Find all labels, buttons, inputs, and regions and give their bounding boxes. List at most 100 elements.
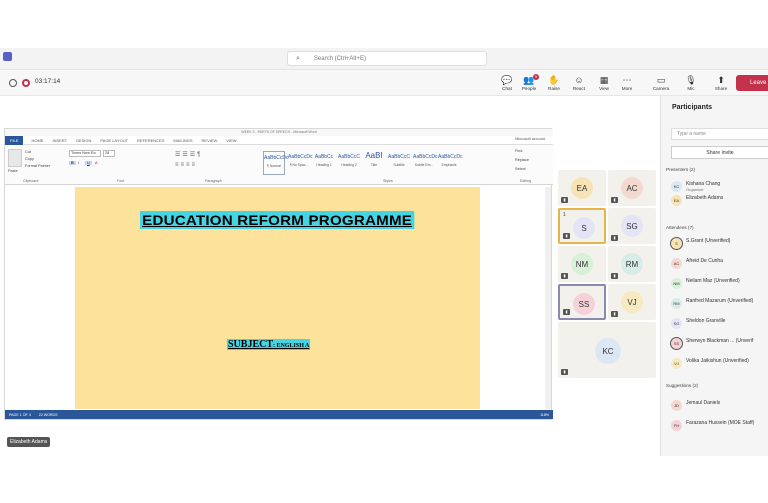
- style-preview: AaBbCcC: [388, 154, 410, 160]
- participant-tile[interactable]: NM ▮: [558, 246, 606, 282]
- style-gallery-item[interactable]: AaBI Title: [363, 151, 385, 175]
- style-preview: AaBbCc: [314, 154, 334, 160]
- style-gallery-item[interactable]: AaBbCcDc Subtle Em...: [413, 151, 438, 175]
- participant-tile[interactable]: RM ▮: [608, 246, 656, 282]
- select-button[interactable]: Select: [515, 167, 526, 171]
- underline-button[interactable]: U: [85, 161, 92, 165]
- italic-button[interactable]: I: [78, 161, 79, 165]
- document-subject: SUBJECT: ENGLISH A: [227, 339, 311, 350]
- participant-avatar: NM: [671, 278, 682, 289]
- mic-muted-icon: ▮: [611, 197, 618, 203]
- style-gallery-item[interactable]: AaBbCcDc Emphasis: [438, 151, 462, 175]
- participant-row[interactable]: NM Neilam Maz (Unverified): [669, 276, 768, 290]
- toolbar-react-button[interactable]: ☺ React: [566, 74, 592, 96]
- participant-tile[interactable]: VJ ▮: [608, 284, 656, 320]
- tab-home[interactable]: HOME: [31, 138, 43, 143]
- participant-tile[interactable]: SS ▮: [558, 284, 606, 320]
- attendees-section[interactable]: Attendees (7): [666, 225, 694, 230]
- shared-word-window: WEEK 3 - PARTS OF SPEECH - Microsoft Wor…: [4, 128, 553, 420]
- participant-avatar: VJ: [671, 358, 682, 369]
- cut-button[interactable]: Cut: [25, 150, 31, 154]
- style-name: ¶ No Spac...: [289, 163, 309, 167]
- participant-row[interactable]: RM Ranfred Mazarum (Unverified): [669, 296, 768, 310]
- mic-muted-icon: ▮: [561, 197, 568, 203]
- toolbar-label: More: [621, 86, 633, 91]
- participant-tile[interactable]: S ▮ 1: [558, 208, 606, 244]
- style-gallery-item[interactable]: AaBbCcDc ¶ No Spac...: [288, 151, 312, 175]
- participant-row[interactable]: EA Elizabeth Adams: [669, 193, 768, 207]
- tab-review[interactable]: REVIEW: [202, 138, 218, 143]
- participant-row[interactable]: JD Jemaul Daniels: [669, 398, 768, 412]
- toolbar-share-button[interactable]: ⬆ Share: [708, 74, 734, 96]
- toolbar-people-button[interactable]: 👥 People 9: [516, 74, 542, 96]
- camera-icon: ▭: [656, 75, 666, 85]
- paste-label: Paste: [8, 169, 18, 173]
- participant-row[interactable]: VJ Volika Jaikishun (Unverified): [669, 356, 768, 370]
- tab-mailings[interactable]: MAILINGS: [173, 138, 192, 143]
- format-painter-button[interactable]: Format Painter: [25, 164, 50, 168]
- style-gallery-item[interactable]: AaBbCcDc ¶ Normal: [263, 151, 288, 175]
- participant-row[interactable]: SG Sheldon Granville: [669, 316, 768, 330]
- style-gallery-item[interactable]: AaBbCcC Subtitle: [388, 151, 410, 175]
- participant-tile[interactable]: EA ▮: [558, 170, 606, 206]
- share-invite-label: Share invite: [706, 150, 734, 156]
- meeting-info-icon[interactable]: [9, 79, 17, 87]
- word-ribbon: Paste Cut Copy Format Painter Clipboard …: [5, 145, 553, 185]
- participant-tile[interactable]: AC ▮: [608, 170, 656, 206]
- font-size-select[interactable]: 28: [103, 150, 115, 157]
- bold-button[interactable]: B: [69, 161, 76, 165]
- participant-avatar: AC: [671, 258, 682, 269]
- style-name: Subtitle: [393, 163, 405, 167]
- participant-row[interactable]: AC Afreid De Cunha: [669, 256, 768, 270]
- participant-avatar: NM: [571, 253, 593, 275]
- presenters-section[interactable]: Presenters (2): [666, 167, 695, 172]
- toolbar-more-button[interactable]: ⋯ More: [614, 74, 640, 96]
- replace-button[interactable]: Replace: [515, 158, 529, 162]
- mic-muted-icon: ▮: [563, 309, 570, 315]
- document-page[interactable]: EDUCATION REFORM PROGRAMME SUBJECT: ENGL…: [75, 187, 480, 409]
- toolbar-camera-button[interactable]: ▭ Camera: [648, 74, 674, 96]
- participant-avatar: SS: [671, 338, 682, 349]
- font-name-select[interactable]: Times New Ro: [69, 150, 101, 157]
- participant-name: Afreid De Cunha: [686, 258, 723, 264]
- participant-row[interactable]: SS Sherwyn Blackman ... (Unverif: [669, 336, 768, 350]
- search-input[interactable]: ⌕ Search (Ctrl+Alt+E): [287, 51, 487, 66]
- alignment-controls[interactable]: ≡≡≡≡: [175, 162, 197, 168]
- participant-row[interactable]: S S.Grant (Unverified): [669, 236, 768, 250]
- participant-avatar: KC: [671, 181, 682, 192]
- toolbar-raise-button[interactable]: ✋ Raise: [541, 74, 567, 96]
- tab-design[interactable]: DESIGN: [76, 138, 91, 143]
- tab-page-layout[interactable]: PAGE LAYOUT: [100, 138, 128, 143]
- participant-tile[interactable]: KC ▮: [558, 322, 656, 378]
- participant-avatar: RM: [671, 298, 682, 309]
- style-preview: AaBbCcDc: [413, 154, 438, 160]
- toolbar-mic-button[interactable]: 🎙 Mic: [678, 74, 704, 96]
- find-button[interactable]: Find: [515, 149, 522, 153]
- word-ribbon-tabs: FILE HOME INSERT DESIGN PAGE LAYOUT REFERENCE…: [5, 135, 553, 145]
- suggestions-section[interactable]: Suggestions (2): [666, 383, 698, 388]
- paragraph-controls[interactable]: ☰☰☰¶: [175, 151, 202, 158]
- participant-row[interactable]: FH Farazana Hussein (MOE Staff): [669, 418, 768, 432]
- tab-view[interactable]: VIEW: [226, 138, 236, 143]
- participant-row[interactable]: KC Kishana Chang Organiser: [669, 179, 768, 193]
- style-gallery-item[interactable]: AaBbCcC Heading 2: [338, 151, 360, 175]
- tab-file[interactable]: FILE: [5, 135, 24, 145]
- font-color-button[interactable]: A: [95, 161, 98, 165]
- tab-references[interactable]: REFERENCES: [137, 138, 164, 143]
- mic-icon: 🎙: [685, 75, 697, 85]
- toolbar-label: Mic: [687, 86, 695, 91]
- mic-muted-icon: ▮: [611, 273, 618, 279]
- style-gallery-item[interactable]: AaBbCc Heading 1: [313, 151, 335, 175]
- mic-muted-icon: ▮: [561, 273, 568, 279]
- share-invite-button[interactable]: Share invite: [671, 146, 768, 159]
- document-scrollbar[interactable]: [545, 187, 551, 409]
- copy-button[interactable]: Copy: [25, 157, 34, 161]
- tab-insert[interactable]: INSERT: [52, 138, 67, 143]
- leave-button[interactable]: Leave: [736, 75, 768, 91]
- meeting-timer: 03:17:14: [35, 78, 61, 85]
- spotlight-name-label: Elizabeth Adams: [7, 437, 51, 447]
- invite-name-input[interactable]: Type a name: [671, 128, 768, 140]
- subject-label: SUBJECT: [228, 339, 274, 350]
- paste-icon[interactable]: [8, 149, 22, 167]
- participant-tile[interactable]: SG ▮: [608, 208, 656, 244]
